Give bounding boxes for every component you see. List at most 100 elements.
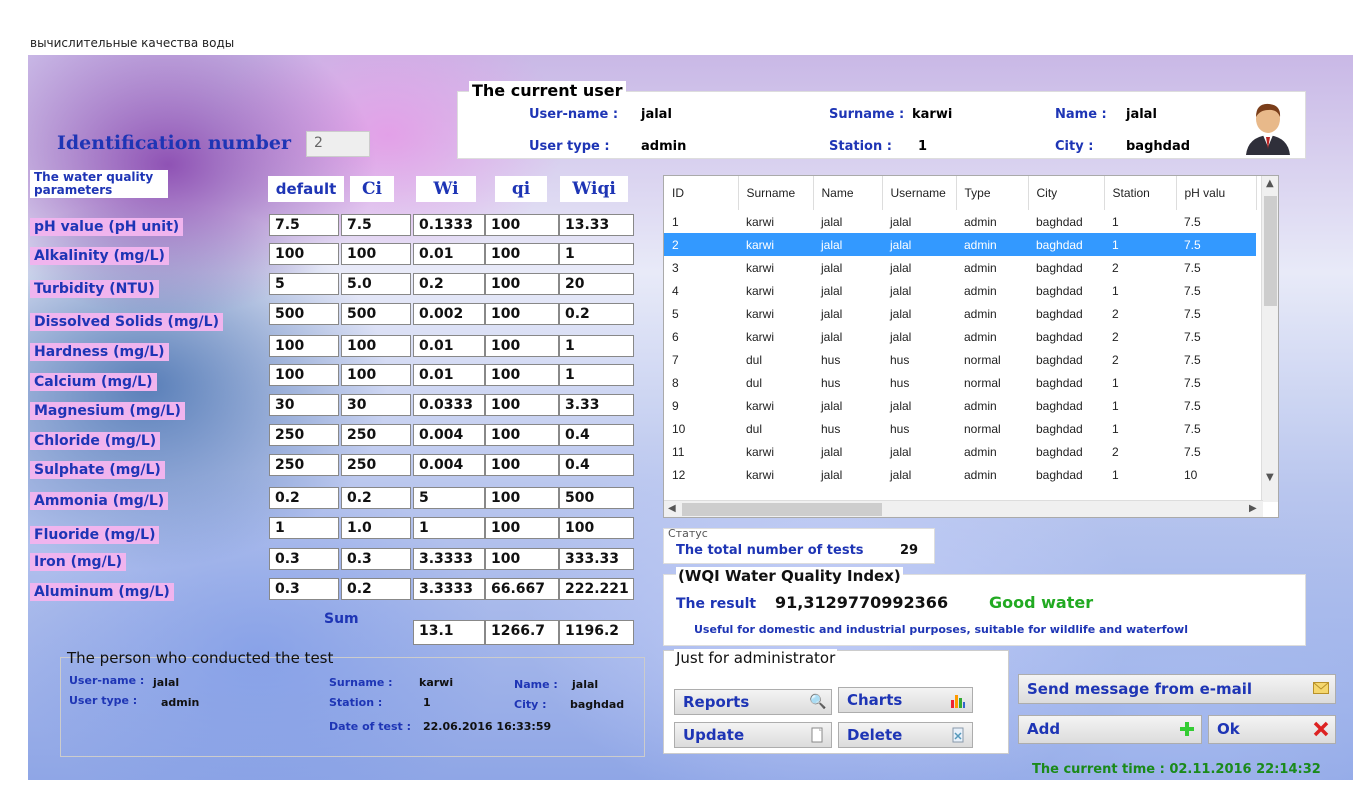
grid-column-header[interactable]: Surname xyxy=(738,176,814,210)
grid-row[interactable]: 10 dul hus hus normal baghdad 1 7.5 xyxy=(664,417,1256,440)
param-qi-cell[interactable]: 100 xyxy=(485,364,559,386)
param-wiqi-cell[interactable]: 3.33 xyxy=(559,394,634,416)
grid-cell[interactable]: hus xyxy=(813,417,882,440)
grid-vertical-thumb[interactable] xyxy=(1264,196,1277,306)
grid-cell[interactable]: baghdad xyxy=(1028,210,1104,233)
grid-column-header[interactable]: City xyxy=(1028,176,1105,210)
grid-cell[interactable]: 8 xyxy=(664,371,738,394)
param-wiqi-cell[interactable]: 333.33 xyxy=(559,548,634,570)
grid-cell[interactable]: hus xyxy=(882,371,956,394)
param-default-cell[interactable]: 0.2 xyxy=(269,487,339,509)
param-wiqi-cell[interactable]: 0.4 xyxy=(559,454,634,476)
grid-cell[interactable]: admin xyxy=(956,302,1028,325)
grid-cell[interactable]: jalal xyxy=(882,279,956,302)
grid-cell[interactable]: baghdad xyxy=(1028,279,1104,302)
grid-cell[interactable]: normal xyxy=(956,417,1028,440)
grid-cell[interactable]: jalal xyxy=(813,233,882,256)
grid-cell[interactable]: admin xyxy=(956,463,1028,486)
grid-cell[interactable]: 7 xyxy=(664,348,738,371)
sum-qi[interactable]: 1266.7 xyxy=(485,620,559,645)
grid-row[interactable]: 6 karwi jalal jalal admin baghdad 2 7.5 xyxy=(664,325,1256,348)
param-wi-cell[interactable]: 5 xyxy=(413,487,485,509)
param-wi-cell[interactable]: 0.01 xyxy=(413,335,485,357)
grid-horizontal-thumb[interactable] xyxy=(682,503,882,516)
grid-cell[interactable]: karwi xyxy=(738,325,813,348)
charts-button[interactable]: Charts xyxy=(838,687,973,713)
grid-cell[interactable]: jalal xyxy=(813,440,882,463)
grid-cell[interactable]: jalal xyxy=(882,440,956,463)
param-ci-cell[interactable]: 5.0 xyxy=(341,273,411,295)
param-default-cell[interactable]: 100 xyxy=(269,364,339,386)
grid-row[interactable]: 8 dul hus hus normal baghdad 1 7.5 xyxy=(664,371,1256,394)
grid-cell[interactable]: admin xyxy=(956,256,1028,279)
param-wi-cell[interactable]: 0.2 xyxy=(413,273,485,295)
grid-cell[interactable]: normal xyxy=(956,371,1028,394)
param-ci-cell[interactable]: 0.2 xyxy=(341,487,411,509)
param-wiqi-cell[interactable]: 100 xyxy=(559,517,634,539)
grid-cell[interactable]: jalal xyxy=(882,463,956,486)
param-default-cell[interactable]: 100 xyxy=(269,243,339,265)
grid-row[interactable]: 4 karwi jalal jalal admin baghdad 1 7.5 xyxy=(664,279,1256,302)
grid-cell[interactable]: 1 xyxy=(1104,394,1176,417)
param-qi-cell[interactable]: 100 xyxy=(485,424,559,446)
param-ci-cell[interactable]: 1.0 xyxy=(341,517,411,539)
param-qi-cell[interactable]: 100 xyxy=(485,273,559,295)
param-wiqi-cell[interactable]: 1 xyxy=(559,364,634,386)
param-default-cell[interactable]: 1 xyxy=(269,517,339,539)
grid-cell[interactable]: 7.5 xyxy=(1176,394,1256,417)
grid-cell[interactable]: jalal xyxy=(882,325,956,348)
grid-vertical-scrollbar[interactable]: ▲ ▼ xyxy=(1261,176,1278,502)
grid-cell[interactable]: 12 xyxy=(664,463,738,486)
grid-column-header[interactable]: Username xyxy=(882,176,957,210)
scroll-up-icon[interactable]: ▲ xyxy=(1266,178,1274,189)
param-default-cell[interactable]: 0.3 xyxy=(269,578,339,600)
scroll-left-icon[interactable]: ◀ xyxy=(668,503,676,514)
grid-cell[interactable]: karwi xyxy=(738,463,813,486)
grid-cell[interactable]: admin xyxy=(956,233,1028,256)
grid-cell[interactable]: 7.5 xyxy=(1176,348,1256,371)
grid-cell[interactable]: jalal xyxy=(882,210,956,233)
grid-cell[interactable]: baghdad xyxy=(1028,256,1104,279)
param-qi-cell[interactable]: 100 xyxy=(485,548,559,570)
update-button[interactable]: Update xyxy=(674,722,832,748)
grid-cell[interactable]: jalal xyxy=(813,302,882,325)
param-ci-cell[interactable]: 0.2 xyxy=(341,578,411,600)
grid-cell[interactable]: 7.5 xyxy=(1176,440,1256,463)
grid-row[interactable]: 5 karwi jalal jalal admin baghdad 2 7.5 xyxy=(664,302,1256,325)
grid-cell[interactable]: dul xyxy=(738,348,813,371)
param-wi-cell[interactable]: 3.3333 xyxy=(413,578,485,600)
grid-cell[interactable]: 7.5 xyxy=(1176,417,1256,440)
param-wiqi-cell[interactable]: 0.2 xyxy=(559,303,634,325)
param-wi-cell[interactable]: 1 xyxy=(413,517,485,539)
grid-cell[interactable]: 10 xyxy=(664,417,738,440)
grid-cell[interactable]: baghdad xyxy=(1028,302,1104,325)
delete-button[interactable]: Delete xyxy=(838,722,973,748)
grid-cell[interactable]: 2 xyxy=(1104,348,1176,371)
param-wiqi-cell[interactable]: 13.33 xyxy=(559,214,634,236)
sum-wi[interactable]: 13.1 xyxy=(413,620,485,645)
param-default-cell[interactable]: 100 xyxy=(269,335,339,357)
param-ci-cell[interactable]: 30 xyxy=(341,394,411,416)
grid-cell[interactable]: jalal xyxy=(813,325,882,348)
param-ci-cell[interactable]: 100 xyxy=(341,335,411,357)
grid-cell[interactable]: admin xyxy=(956,440,1028,463)
scroll-down-icon[interactable]: ▼ xyxy=(1266,472,1274,483)
grid-cell[interactable]: admin xyxy=(956,394,1028,417)
grid-cell[interactable]: admin xyxy=(956,325,1028,348)
param-default-cell[interactable]: 500 xyxy=(269,303,339,325)
grid-cell[interactable]: 7.5 xyxy=(1176,371,1256,394)
reports-button[interactable]: Reports 🔍 xyxy=(674,689,832,715)
grid-cell[interactable]: jalal xyxy=(813,463,882,486)
grid-cell[interactable]: dul xyxy=(738,417,813,440)
grid-cell[interactable]: 2 xyxy=(664,233,738,256)
param-qi-cell[interactable]: 100 xyxy=(485,454,559,476)
sum-wiqi[interactable]: 1196.2 xyxy=(559,620,634,645)
grid-row[interactable]: 11 karwi jalal jalal admin baghdad 2 7.5 xyxy=(664,440,1256,463)
grid-cell[interactable]: baghdad xyxy=(1028,440,1104,463)
grid-cell[interactable]: 7.5 xyxy=(1176,256,1256,279)
param-default-cell[interactable]: 30 xyxy=(269,394,339,416)
param-wiqi-cell[interactable]: 500 xyxy=(559,487,634,509)
param-default-cell[interactable]: 5 xyxy=(269,273,339,295)
grid-cell[interactable]: 1 xyxy=(1104,279,1176,302)
param-ci-cell[interactable]: 250 xyxy=(341,454,411,476)
